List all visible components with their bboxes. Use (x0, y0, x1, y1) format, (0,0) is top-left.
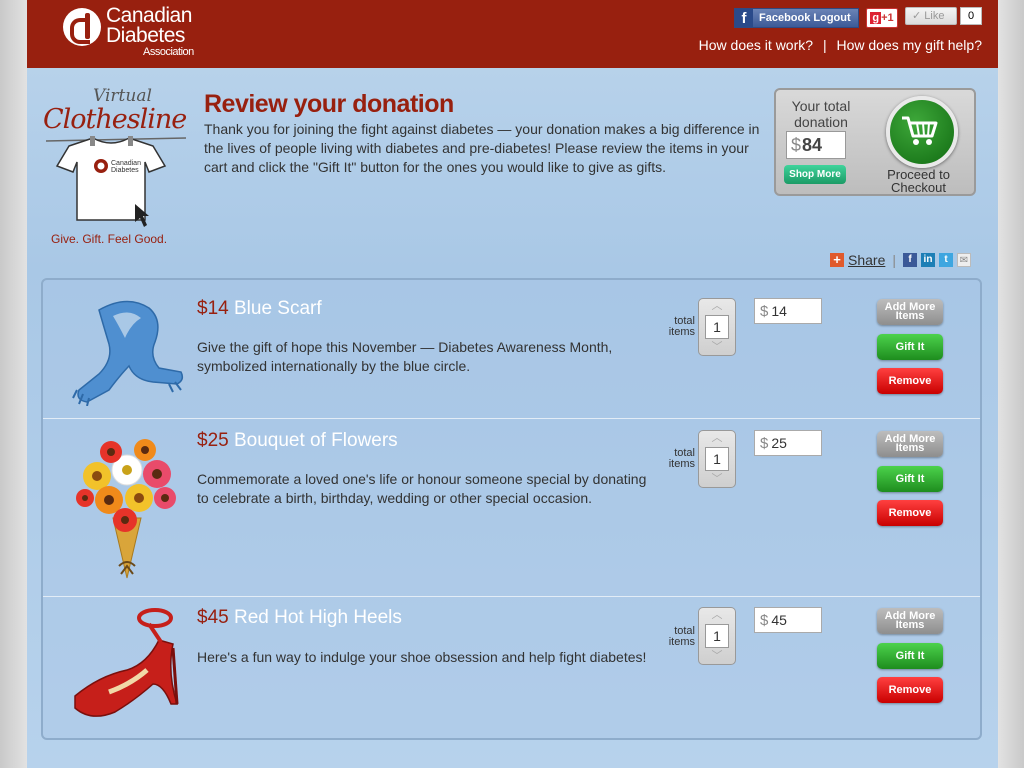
shirt-logo-text-2: Diabetes (111, 167, 139, 174)
page: Canadian Diabetes Association f Facebook… (27, 0, 998, 768)
cart-item-blue-scarf: $14 Blue Scarf Give the gift of hope thi… (43, 280, 980, 419)
page-title: Review your donation (204, 90, 454, 118)
qty-decrease-button[interactable]: ﹀ (699, 649, 735, 664)
remove-button[interactable]: Remove (877, 368, 943, 394)
item-price: $25 (197, 430, 229, 451)
cart-item-high-heels: $45 Red Hot High Heels Here's a fun way … (43, 596, 980, 738)
email-share-icon[interactable]: ✉ (957, 253, 971, 267)
cart-item-bouquet: $25 Bouquet of Flowers Commemorate a lov… (43, 418, 980, 597)
qty-input[interactable]: 1 (705, 315, 729, 339)
amount-currency: $ (760, 435, 769, 452)
gift-it-button[interactable]: Gift It (877, 334, 943, 360)
add-more-items-button[interactable]: Add More Items (877, 608, 943, 634)
remove-button[interactable]: Remove (877, 500, 943, 526)
total-items-label: total items (668, 315, 695, 338)
item-title: $25 Bouquet of Flowers (197, 430, 398, 452)
qty-increase-button[interactable]: ︿ (699, 431, 735, 446)
donation-amount-field[interactable]: $25 (754, 430, 822, 456)
quantity-stepper: ︿ 1 ﹀ (698, 607, 736, 665)
item-name: Bouquet of Flowers (233, 430, 398, 451)
total-donation-box: Your total donation $84 Shop More Procee… (774, 88, 976, 196)
shirt-logo-text-1: Canadian (111, 160, 141, 167)
tshirt-icon (45, 136, 187, 227)
virtual-clothesline-logo[interactable]: Virtual Clothesline Canadian Diabetes Gi… (41, 84, 191, 246)
logo-line-3: Association (143, 46, 194, 58)
amount-value: 25 (771, 435, 787, 451)
site-header: Canadian Diabetes Association f Facebook… (27, 0, 998, 68)
high-heels-image (74, 608, 179, 717)
qty-increase-button[interactable]: ︿ (699, 608, 735, 623)
item-price: $14 (197, 298, 229, 319)
gift-it-button[interactable]: Gift It (877, 643, 943, 669)
item-price: $45 (197, 607, 229, 628)
checkmark-icon: ✓ (912, 10, 922, 22)
proceed-to-checkout-button[interactable] (886, 96, 958, 168)
proceed-to-checkout-label[interactable]: Proceed to Checkout (876, 168, 961, 194)
share-separator: | (892, 252, 896, 268)
linkedin-share-icon[interactable]: in (921, 253, 935, 267)
item-description: Here's a fun way to indulge your shoe ob… (197, 649, 647, 665)
donation-amount-field[interactable]: $45 (754, 607, 822, 633)
google-plus-label: +1 (881, 12, 894, 24)
like-count: 0 (960, 7, 982, 25)
share-link[interactable]: Share (848, 252, 885, 268)
logo-line-2: Diabetes (106, 24, 185, 47)
qty-decrease-button[interactable]: ﹀ (699, 472, 735, 487)
cart-list: $14 Blue Scarf Give the gift of hope thi… (41, 278, 982, 740)
twitter-share-icon[interactable]: t (939, 253, 953, 267)
gift-it-button[interactable]: Gift It (877, 466, 943, 492)
shopping-cart-icon (902, 116, 938, 145)
intro-text: Thank you for joining the fight against … (204, 121, 760, 175)
qty-input[interactable]: 1 (705, 447, 729, 471)
facebook-logout-label: Facebook Logout (759, 12, 851, 24)
total-amount: $84 (786, 131, 846, 159)
item-name: Red Hot High Heels (233, 607, 402, 628)
total-items-label: total items (668, 447, 695, 470)
add-more-items-button[interactable]: Add More Items (877, 431, 943, 457)
item-description: Commemorate a loved one's life or honour… (197, 471, 647, 506)
like-label: Like (924, 10, 945, 22)
amount-currency: $ (760, 612, 769, 629)
addthis-plus-icon[interactable]: + (830, 253, 844, 267)
right-gutter (998, 0, 1024, 768)
total-items-label: total items (668, 625, 695, 648)
facebook-share-icon[interactable]: f (903, 253, 917, 267)
left-gutter (0, 0, 27, 768)
qty-decrease-button[interactable]: ﹀ (699, 340, 735, 355)
donation-amount-field[interactable]: $14 (754, 298, 822, 324)
item-title: $45 Red Hot High Heels (197, 607, 402, 629)
cda-logo-icon (63, 8, 101, 46)
how-it-works-link[interactable]: How does it work? (699, 37, 813, 53)
quantity-stepper: ︿ 1 ﹀ (698, 298, 736, 356)
facebook-like-button[interactable]: ✓ Like (905, 7, 957, 25)
blue-scarf-image (72, 300, 184, 406)
amount-currency: $ (760, 303, 769, 320)
total-amount-value: 84 (802, 135, 823, 155)
clothesline-tagline: Give. Gift. Feel Good. (51, 232, 168, 246)
share-bar: + Share | f in t ✉ (830, 252, 971, 268)
amount-value: 14 (771, 303, 787, 319)
shop-more-button[interactable]: Shop More (784, 165, 846, 184)
cda-logo-text: Canadian Diabetes Association (106, 5, 194, 58)
google-plus-one-button[interactable]: g +1 (866, 8, 898, 28)
flower-bouquet-image (76, 439, 176, 579)
item-description: Give the gift of hope this November — Di… (197, 339, 613, 374)
total-currency: $ (791, 135, 802, 155)
remove-button[interactable]: Remove (877, 677, 943, 703)
top-links: How does it work? | How does my gift hel… (699, 37, 982, 53)
item-name: Blue Scarf (233, 298, 322, 319)
item-title: $14 Blue Scarf (197, 298, 322, 320)
link-separator: | (822, 37, 827, 53)
add-more-items-button[interactable]: Add More Items (877, 299, 943, 325)
gift-help-link[interactable]: How does my gift help? (836, 37, 982, 53)
total-label: Your total donation (791, 98, 851, 130)
facebook-logout-button[interactable]: f Facebook Logout (734, 8, 859, 28)
amount-value: 45 (771, 612, 787, 628)
google-plus-icon: g (870, 12, 882, 24)
quantity-stepper: ︿ 1 ﹀ (698, 430, 736, 488)
qty-increase-button[interactable]: ︿ (699, 299, 735, 314)
facebook-icon: f (735, 9, 753, 27)
qty-input[interactable]: 1 (705, 624, 729, 648)
